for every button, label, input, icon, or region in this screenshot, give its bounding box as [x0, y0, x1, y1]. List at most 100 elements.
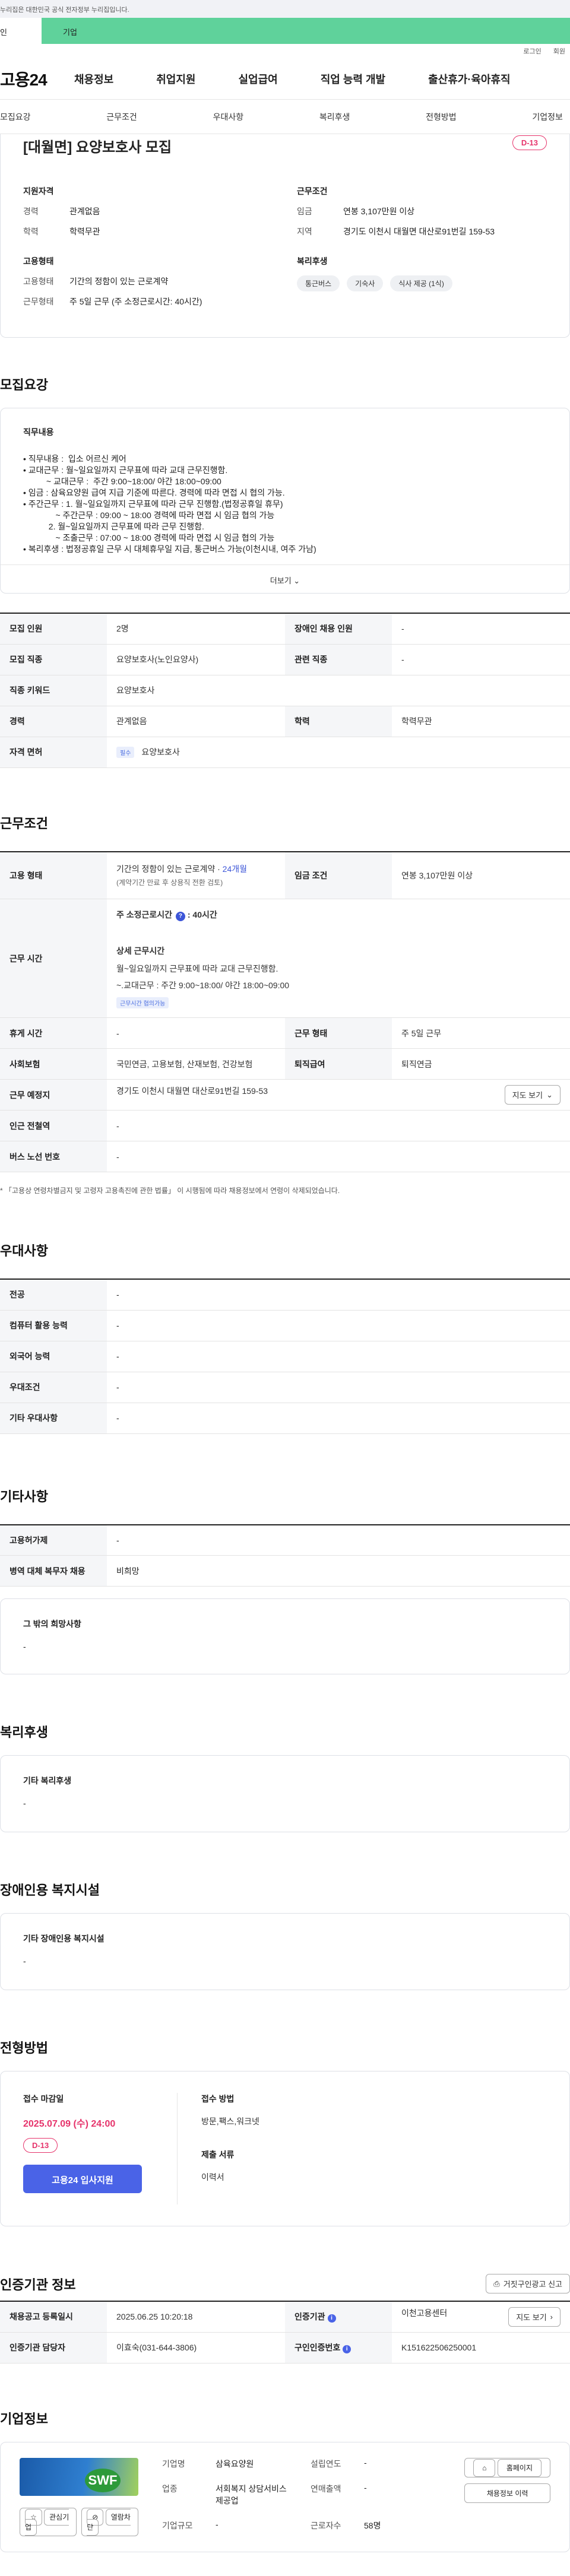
label: 설립연도 [311, 2458, 341, 2469]
subnav-recruit[interactable]: 모집요강 [0, 111, 31, 123]
cell-label: 사회보험 [0, 1048, 107, 1080]
login-link[interactable]: 로그인 [523, 46, 541, 58]
info-icon[interactable]: i [343, 2345, 352, 2353]
cell-label: 버스 노선 번호 [0, 1141, 107, 1172]
subnav-method[interactable]: 전형방법 [426, 111, 457, 123]
map-button[interactable]: 지도 보기 ⌄ [504, 1085, 560, 1105]
gnb-item-leave[interactable]: 출산휴가·육아휴직 [428, 71, 510, 87]
apply-button[interactable]: 고용24 입사지원 [23, 2165, 142, 2193]
section-title-disabled: 장애인용 복지시설 [0, 1883, 100, 1898]
cell-value: - [107, 1279, 570, 1311]
cell-label: 고용 형태 [0, 851, 107, 899]
summary-welfare-head: 복리후생 [297, 256, 328, 266]
cell-value: - [392, 644, 570, 675]
docs-value: 이력서 [201, 2172, 224, 2182]
subnav-welfare[interactable]: 복리후생 [319, 111, 350, 123]
num-label: 구인인증번호 [294, 2343, 341, 2352]
more-button[interactable]: 더보기 ⌄ [1, 564, 569, 593]
summary-emp-head: 고용형태 [23, 256, 54, 266]
summary-employment: 고용형태 고용형태 기간의 정함이 있는 근로계약 근무형태 주 5일 근무 (주 … [23, 255, 273, 316]
gov-notice-text: 누리집은 대한민국 공식 전자정부 누리집입니다. [0, 7, 129, 14]
info-icon[interactable]: i [327, 2314, 336, 2323]
homepage-button[interactable]: ⌂ 홈페이지 [464, 2457, 550, 2477]
cell-value: 연봉 3,107만원 이상 [392, 851, 570, 899]
agency-table: 채용공고 등록일시 2025.06.25 10:20:18 인증기관 i 이천고용… [0, 2301, 570, 2364]
label: 학력 [23, 227, 39, 236]
label: 고용형태 [23, 277, 54, 286]
time-negotiable-tag: 근무시간 협의가능 [116, 997, 169, 1008]
value: - [364, 2482, 367, 2492]
subnav-company[interactable]: 기업정보 [532, 111, 563, 123]
employee-count: 58명 [364, 2520, 381, 2530]
time-detail2: ~.교대근무 : 주간 9:00~18:00/ 야간 18:00~09:00 [116, 980, 290, 990]
table-row: 휴게 시간 - 근무 형태 주 5일 근무 [0, 1017, 570, 1049]
table-row: 병역 대체 복무자 채용 비희망 [0, 1555, 570, 1587]
table-row: 모집 직종 요양보호사(노인요양사) 관련 직종 - [0, 644, 570, 675]
cell-value: - [107, 1110, 570, 1141]
tab-personal[interactable]: 인 [0, 18, 42, 44]
section-title-welfare: 복리후생 [0, 1725, 48, 1740]
table-row: 인근 전철역 - [0, 1110, 570, 1141]
job-history-button[interactable]: 채용정보 이력 [464, 2483, 550, 2503]
summary-welfare: 복리후생 통근버스 기숙사 식사 제공 (1식) [297, 255, 547, 316]
join-link[interactable]: 회원 [553, 46, 565, 58]
subnav-prefer[interactable]: 우대사항 [213, 111, 244, 123]
map-label: 지도 보기 [512, 1091, 543, 1100]
favorite-company-button[interactable]: ☆ 관심기업 [20, 2507, 77, 2536]
table-row: 컴퓨터 활용 능력 - [0, 1310, 570, 1341]
cell-value: - [107, 1341, 570, 1372]
cell-label: 인근 전철역 [0, 1110, 107, 1141]
tab-company[interactable]: 기업 [42, 18, 570, 44]
time-detail1: 월~일요일까지 근무표에 따라 교대 근무진행함. [116, 963, 278, 973]
cell-label: 우대조건 [0, 1372, 107, 1403]
place-value: 경기도 이천시 대월면 대산로91번길 159-53 [116, 1086, 268, 1096]
prefer-table: 전공 - 컴퓨터 활용 능력 - 외국어 능력 - 우대조건 - 기타 우대사항 - [0, 1279, 570, 1434]
way-head: 접수 방법 [201, 2094, 235, 2104]
table-row: 고용허가제 - [0, 1524, 570, 1556]
company-logo-text: SWF [85, 2468, 121, 2492]
label: 근로자수 [311, 2520, 341, 2530]
value: - [364, 2457, 367, 2467]
report-label: 거짓구인광고 신고 [503, 2280, 562, 2289]
welfare-card: 기타 복리후생 - [0, 1755, 570, 1832]
hope-value: - [23, 1642, 26, 1651]
table-row: 사회보험 국민연금, 고용보험, 산재보험, 건강보험 퇴직급여 퇴직연금 [0, 1048, 570, 1080]
agency-map-button[interactable]: 지도 보기 › [508, 2307, 560, 2327]
cell-label: 구인인증번호 i [285, 2332, 392, 2364]
cell-value: - [392, 613, 570, 645]
gnb-item-training[interactable]: 직업 능력 개발 [321, 71, 385, 87]
cell-label: 외국어 능력 [0, 1341, 107, 1372]
label: 임금 [297, 207, 312, 216]
table-row: 경력 관계없음 학력 학력무관 [0, 706, 570, 737]
map-label: 지도 보기 [516, 2312, 547, 2322]
site-logo[interactable]: 고용24 [0, 67, 74, 91]
table-row: 근무 예정지 경기도 이천시 대월면 대산로91번길 159-53 지도 보기 ⌄ [0, 1079, 570, 1111]
cell-label: 병역 대체 복무자 채용 [0, 1555, 107, 1587]
table-row: 고용 형태 기간의 정함이 있는 근로계약 · 24개월 (계약기간 만료 후 상… [0, 851, 570, 899]
report-ad-button[interactable]: ⎙ 거짓구인광고 신고 [486, 2274, 570, 2293]
block-view-button[interactable]: ⊘ 열람차단 [81, 2507, 138, 2536]
value: 경기도 이천시 대월면 대산로91번길 159-53 [343, 227, 495, 236]
label: 업종 [162, 2483, 178, 2493]
chevron-down-icon: ⌄ [546, 1090, 553, 1099]
cell-value: 2025.06.25 10:20:18 [107, 2301, 285, 2333]
subnav-conditions[interactable]: 근무조건 [106, 111, 137, 123]
required-tag: 필수 [116, 747, 135, 758]
label: 경력 [23, 207, 39, 216]
label: 지역 [297, 227, 312, 236]
info-icon[interactable]: ? [175, 911, 185, 921]
section-subnav: 모집요강 근무조건 우대사항 복리후생 전형방법 기업정보 [0, 100, 570, 134]
cell-value: 주 소정근로시간 ? : 40시간 상세 근무시간 월~일요일까지 근무표에 따… [107, 899, 570, 1018]
cell-label: 컴퓨터 활용 능력 [0, 1310, 107, 1341]
gnb-item-jobs[interactable]: 채용정보 [74, 71, 113, 87]
cell-value: 비희망 [107, 1555, 570, 1587]
cell-value: 경기도 이천시 대월면 대산로91번길 159-53 지도 보기 ⌄ [107, 1079, 570, 1111]
gnb-item-support[interactable]: 취업지원 [156, 71, 195, 87]
label: 근무형태 [23, 297, 54, 306]
value: 학력무관 [69, 227, 100, 236]
gnb-item-unemployment[interactable]: 실업급여 [239, 71, 278, 87]
more-label: 더보기 [270, 576, 292, 585]
value: - [216, 2519, 218, 2529]
cell-label: 휴게 시간 [0, 1017, 107, 1049]
table-row: 외국어 능력 - [0, 1341, 570, 1372]
